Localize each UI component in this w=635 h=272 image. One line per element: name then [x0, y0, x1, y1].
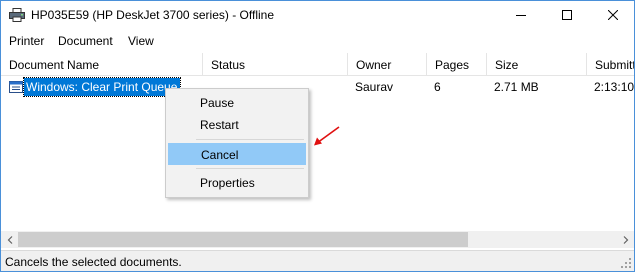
menu-printer[interactable]: Printer [9, 34, 44, 48]
menu-separator [196, 168, 304, 169]
document-icon [9, 81, 23, 93]
list-header: Document Name Status Owner Pages Size Su… [1, 53, 634, 76]
print-queue-window: HP035E59 (HP DeskJet 3700 series) - Offl… [0, 0, 635, 272]
chevron-right-icon [623, 235, 628, 244]
owner-cell: Saurav [355, 80, 394, 94]
close-icon [608, 10, 618, 20]
column-header-submitted[interactable]: Submitted [587, 53, 634, 76]
menu-item-properties[interactable]: Properties [168, 172, 306, 194]
column-header-status[interactable]: Status [203, 53, 348, 76]
scroll-right-button[interactable] [617, 231, 634, 248]
menu-separator [196, 139, 304, 140]
status-bar: Cancels the selected documents. [1, 250, 634, 271]
maximize-button[interactable] [544, 1, 590, 29]
menu-document[interactable]: Document [58, 34, 113, 48]
pages-cell: 6 [434, 80, 441, 94]
context-menu: Pause Restart Cancel Properties [165, 88, 309, 198]
column-header-size[interactable]: Size [487, 53, 587, 76]
annotation-arrow-icon [314, 126, 340, 146]
title-bar[interactable]: HP035E59 (HP DeskJet 3700 series) - Offl… [1, 1, 634, 29]
column-header-document-name[interactable]: Document Name [1, 53, 203, 76]
close-button[interactable] [590, 1, 635, 29]
chevron-left-icon [7, 235, 12, 244]
submitted-cell: 2:13:10 [594, 80, 635, 94]
status-text: Cancels the selected documents. [5, 255, 182, 269]
scroll-left-button[interactable] [1, 231, 18, 248]
menu-item-cancel[interactable]: Cancel [168, 143, 306, 165]
table-row[interactable]: Windows: Clear Print Queue Saurav 6 2.71… [1, 77, 634, 97]
maximize-icon [562, 10, 572, 20]
column-header-pages[interactable]: Pages [427, 53, 487, 76]
menu-item-restart[interactable]: Restart [168, 114, 306, 136]
scrollbar-thumb[interactable] [18, 232, 468, 247]
column-header-owner[interactable]: Owner [348, 53, 427, 76]
horizontal-scrollbar[interactable] [1, 231, 634, 248]
resize-grip-icon[interactable] [620, 257, 632, 269]
size-cell: 2.71 MB [494, 80, 539, 94]
document-name-cell[interactable]: Windows: Clear Print Queue [22, 77, 182, 97]
menu-view[interactable]: View [128, 34, 154, 48]
window-title: HP035E59 (HP DeskJet 3700 series) - Offl… [31, 8, 275, 22]
minimize-icon [516, 15, 526, 16]
menu-item-pause[interactable]: Pause [168, 92, 306, 114]
minimize-button[interactable] [498, 1, 544, 29]
menu-bar: Printer Document View [1, 30, 634, 52]
printer-icon [9, 8, 25, 22]
